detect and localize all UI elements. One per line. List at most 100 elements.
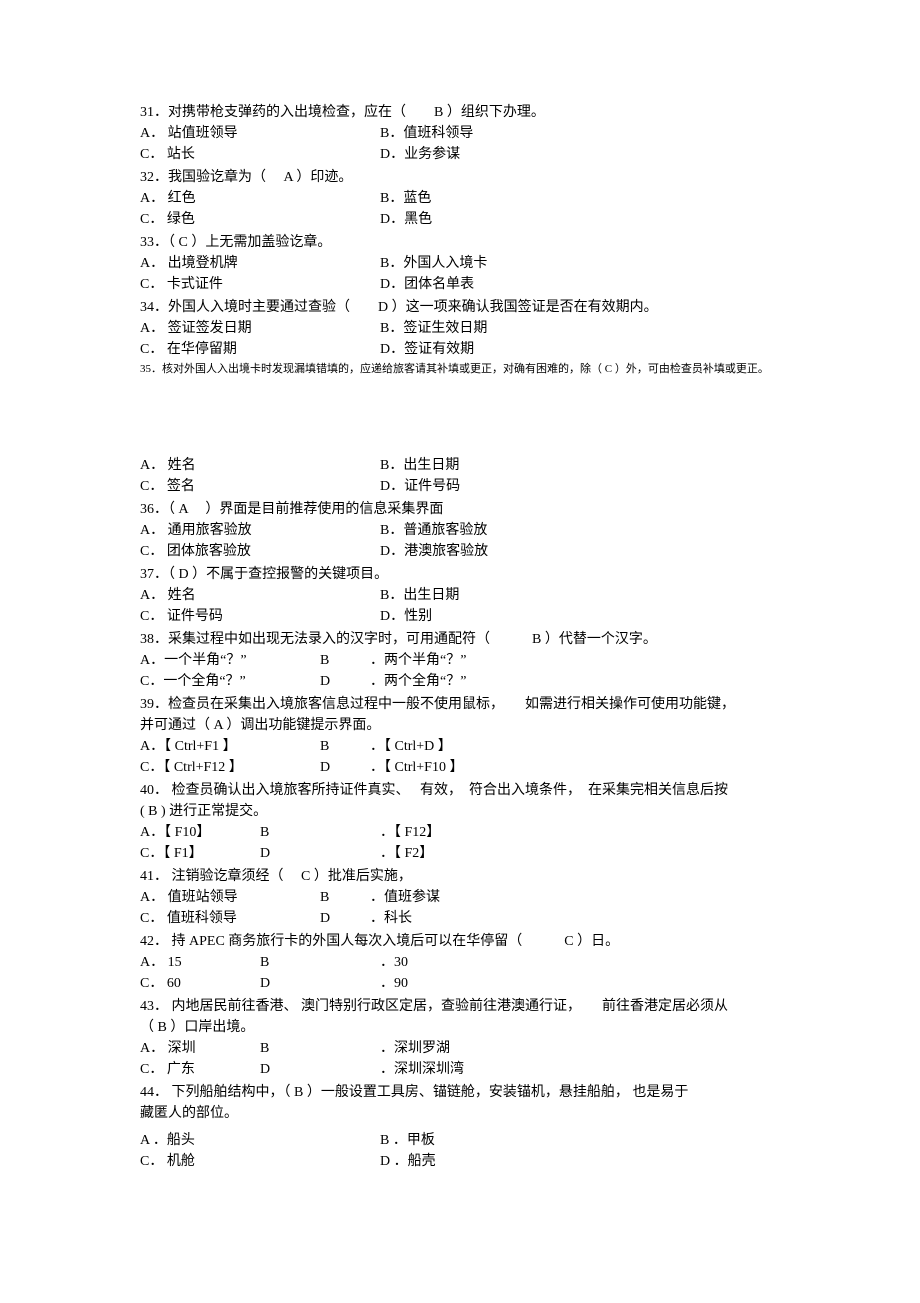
option-b: B．出生日期 bbox=[380, 455, 459, 476]
option-d-text: ．科长 bbox=[370, 908, 412, 929]
option-c: C． 绿色 bbox=[140, 209, 380, 230]
options-row: C． 在华停留期 D．签证有效期 bbox=[140, 339, 800, 360]
option-b-letter: B bbox=[260, 1038, 380, 1059]
option-d-letter: D bbox=[320, 671, 370, 692]
option-d: D．性别 bbox=[380, 606, 432, 627]
option-d: D．业务参谋 bbox=[380, 144, 460, 165]
options-row: A． 值班站领导 B ．值班参谋 bbox=[140, 887, 800, 908]
option-d-text: ．深圳深圳湾 bbox=[380, 1059, 464, 1080]
options-row: C．一个全角“？” D ．两个全角“？” bbox=[140, 671, 800, 692]
options-row: A． 签证签发日期 B．签证生效日期 bbox=[140, 318, 800, 339]
question-stem-line1: 40． 检查员确认出入境旅客所持证件真实、 有效， 符合出入境条件， 在采集完相… bbox=[140, 780, 800, 801]
option-b: B．出生日期 bbox=[380, 585, 459, 606]
options-row: C．【 F1】 D ．【 F2】 bbox=[140, 843, 800, 864]
option-a: A．【 F10】 bbox=[140, 822, 260, 843]
question-stem: 37．（ D ）不属于查控报警的关键项目。 bbox=[140, 564, 800, 585]
option-c: C． 机舱 bbox=[140, 1151, 380, 1172]
option-d-text: ．【 F2】 bbox=[380, 843, 433, 864]
option-b: B ．甲板 bbox=[380, 1130, 435, 1151]
options-row: C． 站长 D．业务参谋 bbox=[140, 144, 800, 165]
question-44: 44． 下列船舶结构中，（ B ）一般设置工具房、锚链舱，安装锚机，悬挂船舶， … bbox=[140, 1082, 800, 1172]
option-a: A．一个半角“？” bbox=[140, 650, 320, 671]
question-stem-line1: 44． 下列船舶结构中，（ B ）一般设置工具房、锚链舱，安装锚机，悬挂船舶， … bbox=[140, 1082, 800, 1103]
question-stem: 36．（ A ）界面是目前推荐使用的信息采集界面 bbox=[140, 499, 800, 520]
option-d-letter: D bbox=[320, 908, 370, 929]
options-row: C． 60 D ．90 bbox=[140, 973, 800, 994]
option-a: A ．船头 bbox=[140, 1130, 380, 1151]
option-d-text: ．90 bbox=[380, 973, 408, 994]
question-stem: 41． 注销验讫章须经（ C ）批准后实施， bbox=[140, 866, 800, 887]
question-stem: 42． 持 APEC 商务旅行卡的外国人每次入境后可以在华停留（ C ）日。 bbox=[140, 931, 800, 952]
option-d-letter: D bbox=[260, 843, 380, 864]
option-b: B．蓝色 bbox=[380, 188, 431, 209]
question-stem-line2: ( B ) 进行正常提交。 bbox=[140, 801, 800, 822]
options-row: A． 出境登机牌 B．外国人入境卡 bbox=[140, 253, 800, 274]
options-row: C． 机舱 D ．船壳 bbox=[140, 1151, 800, 1172]
option-c: C． 广东 bbox=[140, 1059, 260, 1080]
option-a: A． 签证签发日期 bbox=[140, 318, 380, 339]
question-stem: 32．我国验讫章为（ A ）印迹。 bbox=[140, 167, 800, 188]
options-row: A． 通用旅客验放 B．普通旅客验放 bbox=[140, 520, 800, 541]
options-row: A ．船头 B ．甲板 bbox=[140, 1130, 800, 1151]
options-row: C． 广东 D ．深圳深圳湾 bbox=[140, 1059, 800, 1080]
option-a: A． 值班站领导 bbox=[140, 887, 320, 908]
question-41: 41． 注销验讫章须经（ C ）批准后实施， A． 值班站领导 B ．值班参谋 … bbox=[140, 866, 800, 929]
question-42: 42． 持 APEC 商务旅行卡的外国人每次入境后可以在华停留（ C ）日。 A… bbox=[140, 931, 800, 994]
option-a: A． 站值班领导 bbox=[140, 123, 380, 144]
options-row: A． 红色 B．蓝色 bbox=[140, 188, 800, 209]
option-b: B．值班科领导 bbox=[380, 123, 473, 144]
options-row: A．一个半角“？” B ．两个半角“？” bbox=[140, 650, 800, 671]
options-row: A． 姓名 B．出生日期 bbox=[140, 585, 800, 606]
question-32: 32．我国验讫章为（ A ）印迹。 A． 红色 B．蓝色 C． 绿色 D．黑色 bbox=[140, 167, 800, 230]
option-a: A． 通用旅客验放 bbox=[140, 520, 380, 541]
option-a: A． 姓名 bbox=[140, 455, 380, 476]
options-row: A． 15 B ．30 bbox=[140, 952, 800, 973]
question-37: 37．（ D ）不属于查控报警的关键项目。 A． 姓名 B．出生日期 C． 证件… bbox=[140, 564, 800, 627]
option-b-letter: B bbox=[320, 650, 370, 671]
option-a: A．【 Ctrl+F1 】 bbox=[140, 736, 320, 757]
option-a: A． 出境登机牌 bbox=[140, 253, 380, 274]
option-a: A． 深圳 bbox=[140, 1038, 260, 1059]
question-43: 43． 内地居民前往香港、 澳门特别行政区定居，查验前往港澳通行证， 前往香港定… bbox=[140, 996, 800, 1080]
option-d-letter: D bbox=[260, 1059, 380, 1080]
options-row: C． 团体旅客验放 D．港澳旅客验放 bbox=[140, 541, 800, 562]
option-b-text: ．【 F12】 bbox=[380, 822, 440, 843]
options-row: A．【 F10】 B ．【 F12】 bbox=[140, 822, 800, 843]
question-38: 38．采集过程中如出现无法录入的汉字时，可用通配符（ B ）代替一个汉字。 A．… bbox=[140, 629, 800, 692]
options-row: C． 证件号码 D．性别 bbox=[140, 606, 800, 627]
option-c: C． 证件号码 bbox=[140, 606, 380, 627]
option-d: D．团体名单表 bbox=[380, 274, 474, 295]
option-b-text: ．深圳罗湖 bbox=[380, 1038, 450, 1059]
option-c: C． 卡式证件 bbox=[140, 274, 380, 295]
option-d: D ．船壳 bbox=[380, 1151, 436, 1172]
option-c: C．一个全角“？” bbox=[140, 671, 320, 692]
option-c: C． 团体旅客验放 bbox=[140, 541, 380, 562]
options-row: C． 值班科领导 D ．科长 bbox=[140, 908, 800, 929]
option-b-text: ．两个半角“？” bbox=[370, 650, 466, 671]
option-b-letter: B bbox=[320, 887, 370, 908]
options-row: C．【 Ctrl+F12 】 D ．【 Ctrl+F10 】 bbox=[140, 757, 800, 778]
option-c: C．【 Ctrl+F12 】 bbox=[140, 757, 320, 778]
option-d-letter: D bbox=[260, 973, 380, 994]
question-35-stem: 35．核对外国人入出境卡时发现漏填错填的，应递给旅客请其补填或更正，对确有困难的… bbox=[140, 362, 800, 377]
options-row: A． 姓名 B．出生日期 bbox=[140, 455, 800, 476]
option-d: D．签证有效期 bbox=[380, 339, 474, 360]
option-d-text: ．两个全角“？” bbox=[370, 671, 466, 692]
options-row: A． 深圳 B ．深圳罗湖 bbox=[140, 1038, 800, 1059]
option-b-text: ．值班参谋 bbox=[370, 887, 440, 908]
option-b: B．签证生效日期 bbox=[380, 318, 487, 339]
question-35-options: A． 姓名 B．出生日期 C． 签名 D．证件号码 bbox=[140, 455, 800, 497]
option-b: B．普通旅客验放 bbox=[380, 520, 487, 541]
option-d-text: ．【 Ctrl+F10 】 bbox=[370, 757, 463, 778]
option-b-letter: B bbox=[260, 952, 380, 973]
option-b-text: ．【 Ctrl+D 】 bbox=[370, 736, 452, 757]
question-stem-line2: 并可通过（ A ）调出功能键提示界面。 bbox=[140, 715, 800, 736]
option-d: D．港澳旅客验放 bbox=[380, 541, 488, 562]
option-b-text: ．30 bbox=[380, 952, 408, 973]
options-row: C． 卡式证件 D．团体名单表 bbox=[140, 274, 800, 295]
option-a: A． 姓名 bbox=[140, 585, 380, 606]
question-stem: 33．（ C ）上无需加盖验讫章。 bbox=[140, 232, 800, 253]
option-d: D．黑色 bbox=[380, 209, 432, 230]
question-31: 31．对携带枪支弹药的入出境检查，应在（ B ）组织下办理。 A． 站值班领导 … bbox=[140, 102, 800, 165]
option-c: C． 在华停留期 bbox=[140, 339, 380, 360]
